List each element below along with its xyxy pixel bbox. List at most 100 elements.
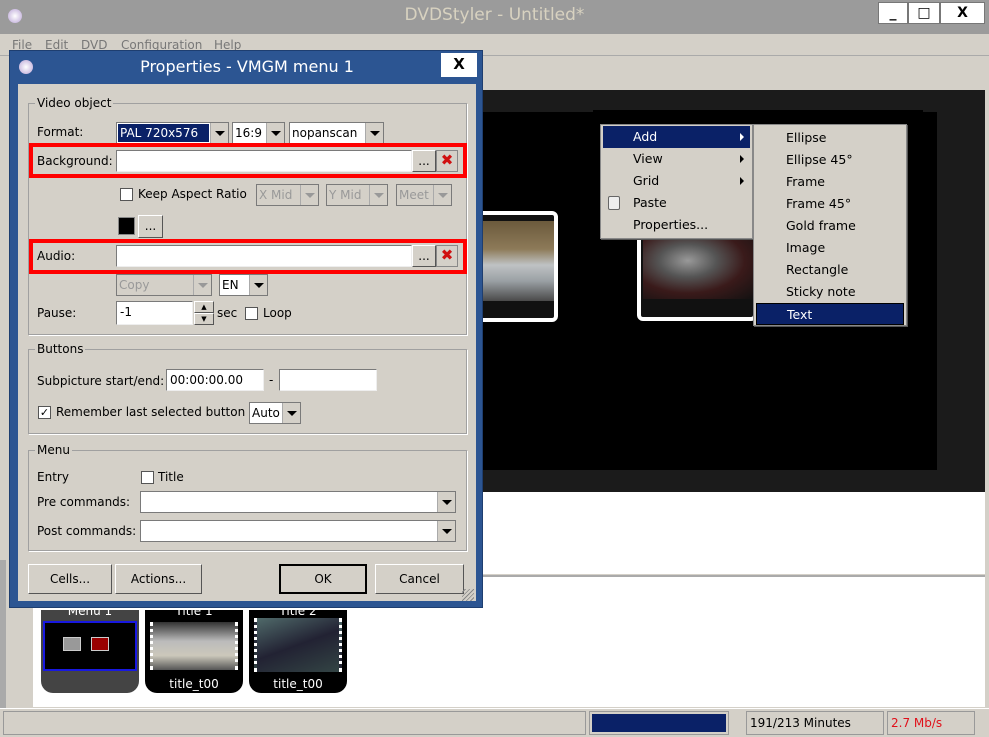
keep-aspect-label: Keep Aspect Ratio (138, 187, 247, 201)
button-image (643, 235, 755, 299)
left-edge (0, 560, 6, 710)
audio-mode-value: Copy (119, 278, 150, 292)
background-input[interactable] (116, 150, 412, 172)
entry-label: Entry (37, 470, 69, 484)
audio-language-value: EN (222, 278, 239, 292)
spin-up-button[interactable]: ▲ (194, 301, 214, 313)
background-color-swatch[interactable] (118, 217, 135, 235)
dialog-body: Video object Format: PAL 720x576 16:9 no… (18, 84, 476, 601)
thumbnail-menu-1[interactable]: Menu 1 (41, 604, 139, 693)
chevron-down-icon (369, 185, 387, 205)
background-clear-icon[interactable]: ✖ (436, 150, 458, 172)
context-menu-properties[interactable]: Properties... (603, 214, 750, 236)
add-gold-frame[interactable]: Gold frame (756, 215, 904, 237)
loop-checkbox[interactable] (245, 307, 258, 320)
button-image (474, 221, 554, 301)
add-rectangle[interactable]: Rectangle (756, 259, 904, 281)
thumbnail-title-2[interactable]: Title 2 title_t00 (249, 604, 347, 693)
format-select[interactable]: PAL 720x576 (116, 122, 229, 144)
audio-language-select[interactable]: EN (219, 274, 268, 296)
sec-label: sec (217, 306, 238, 320)
add-image[interactable]: Image (756, 237, 904, 259)
loop-label: Loop (263, 306, 292, 320)
audio-label: Audio: (37, 249, 76, 263)
submenu-arrow-icon (740, 155, 744, 163)
properties-dialog: Properties - VMGM menu 1 X Video object … (9, 50, 483, 608)
main-title-bar: DVDStyler - Untitled* _ □ X (0, 0, 989, 34)
audio-clear-icon[interactable]: ✖ (436, 245, 458, 267)
background-browse-button[interactable]: ... (412, 150, 436, 172)
add-frame[interactable]: Frame (756, 171, 904, 193)
thumbnail-label: title_t00 (169, 677, 219, 691)
resize-grip-icon[interactable] (462, 589, 474, 601)
canvas-edge (593, 110, 923, 114)
chevron-down-icon (365, 123, 383, 143)
thumbnail-image (150, 622, 238, 670)
thumbnail-image (254, 618, 342, 672)
audio-mode-select[interactable]: Copy (116, 274, 212, 296)
panscan-select[interactable]: nopanscan (289, 122, 384, 144)
minutes-status: 191/213 Minutes (746, 711, 884, 735)
x-align-value: X Mid (259, 188, 293, 202)
pause-input[interactable]: -1 (116, 301, 193, 325)
status-message (3, 711, 586, 735)
minimize-button[interactable]: _ (878, 2, 908, 24)
remember-mode-select[interactable]: Auto (249, 402, 301, 424)
add-ellipse[interactable]: Ellipse (756, 127, 904, 149)
ok-button[interactable]: OK (279, 564, 367, 594)
subpicture-start-input[interactable]: 00:00:00.00 (166, 369, 264, 391)
menu-item-label: Add (633, 129, 658, 144)
submenu-arrow-icon (740, 133, 744, 141)
actions-button[interactable]: Actions... (115, 564, 202, 594)
chevron-down-icon (300, 185, 318, 205)
spin-down-button[interactable]: ▼ (194, 313, 214, 325)
bitrate-status: 2.7 Mb/s (887, 711, 975, 735)
group-label: Video object (35, 96, 114, 110)
chevron-down-icon (437, 492, 455, 512)
add-ellipse-45[interactable]: Ellipse 45° (756, 149, 904, 171)
pre-commands-label: Pre commands: (37, 495, 131, 509)
menu-item-label: Properties... (633, 217, 709, 232)
maximize-button[interactable]: □ (908, 2, 940, 24)
x-align-select[interactable]: X Mid (256, 184, 319, 206)
y-align-select[interactable]: Y Mid (326, 184, 388, 206)
canvas-button-1[interactable] (470, 211, 558, 322)
chevron-down-icon (210, 123, 228, 143)
close-button[interactable]: X (940, 2, 985, 24)
dialog-close-button[interactable]: X (441, 53, 477, 77)
add-sticky-note[interactable]: Sticky note (756, 281, 904, 303)
add-submenu: Ellipse Ellipse 45° Frame Frame 45° Gold… (753, 124, 907, 326)
panscan-value: nopanscan (292, 126, 358, 140)
chevron-down-icon (282, 403, 300, 423)
context-menu-add[interactable]: Add (603, 126, 750, 148)
add-text[interactable]: Text (756, 303, 904, 325)
group-label: Menu (35, 443, 72, 457)
post-commands-combo[interactable] (140, 520, 456, 542)
app-title: DVDStyler - Untitled* (404, 5, 585, 25)
context-menu-grid[interactable]: Grid (603, 170, 750, 192)
audio-input[interactable] (116, 245, 412, 267)
aspect-select[interactable]: 16:9 (232, 122, 285, 144)
menu-item-label: Grid (633, 173, 660, 188)
keep-aspect-checkbox[interactable] (120, 188, 133, 201)
cells-button[interactable]: Cells... (28, 564, 112, 594)
meet-select[interactable]: Meet (396, 184, 452, 206)
cancel-button[interactable]: Cancel (375, 564, 464, 594)
editor-bottom-strip (480, 492, 985, 574)
entry-title-checkbox[interactable] (141, 471, 154, 484)
pre-commands-combo[interactable] (140, 491, 456, 513)
menu-item-label: View (633, 151, 663, 166)
chevron-down-icon (433, 185, 451, 205)
context-menu-view[interactable]: View (603, 148, 750, 170)
context-menu-paste[interactable]: Paste (603, 192, 750, 214)
remember-button-checkbox[interactable]: ✓ (38, 406, 51, 419)
subpicture-end-input[interactable] (279, 369, 377, 391)
entry-title-label: Title (158, 470, 184, 484)
buttons-group: Buttons (28, 342, 467, 434)
add-frame-45[interactable]: Frame 45° (756, 193, 904, 215)
color-browse-button[interactable]: ... (138, 215, 163, 238)
audio-browse-button[interactable]: ... (412, 245, 436, 267)
thumbnail-title-1[interactable]: Title 1 title_t00 (145, 604, 243, 693)
format-label: Format: (37, 125, 84, 139)
pause-label: Pause: (37, 306, 77, 320)
